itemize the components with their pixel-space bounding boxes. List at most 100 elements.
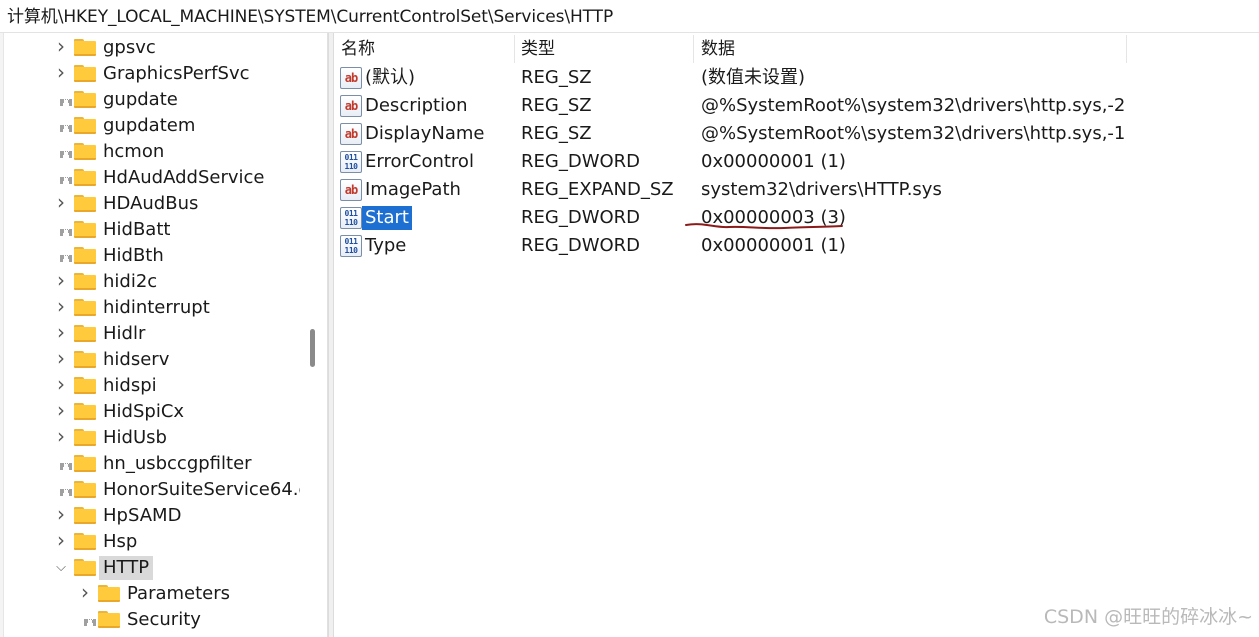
- column-header-data[interactable]: 数据: [701, 38, 735, 60]
- tree-item-hcmon[interactable]: hcmon: [0, 139, 300, 165]
- string-value-icon: ab: [340, 179, 362, 201]
- chevron-right-icon[interactable]: ›: [54, 36, 68, 56]
- binary-value-icon: 011 110: [340, 207, 362, 229]
- tree-item-label: HDAudBus: [103, 193, 199, 214]
- folder-icon: [74, 403, 96, 420]
- binary-value-icon: 011 110: [340, 235, 362, 257]
- chevron-right-icon[interactable]: ›: [54, 62, 68, 82]
- tree-item-hidinterrupt[interactable]: › hidinterrupt: [0, 295, 300, 321]
- folder-icon: [74, 299, 96, 316]
- folder-icon: [74, 39, 96, 56]
- value-row[interactable]: ab (默认) REG_SZ (数值未设置): [334, 64, 1259, 92]
- value-data: (数值未设置): [701, 67, 806, 88]
- values-list[interactable]: 名称 类型 数据 ab (默认) REG_SZ (数值未设置) ab Descriptio…: [334, 33, 1259, 637]
- address-path[interactable]: 计算机\HKEY_LOCAL_MACHINE\SYSTEM\CurrentCon…: [7, 6, 613, 28]
- value-row[interactable]: ab Description REG_SZ @%SystemRoot%\system3…: [334, 92, 1259, 120]
- tree-item-hsp[interactable]: › Hsp: [0, 529, 300, 555]
- column-divider[interactable]: [693, 35, 694, 63]
- chevron-right-icon[interactable]: ›: [54, 426, 68, 446]
- folder-icon: [74, 143, 96, 160]
- chevron-right-icon[interactable]: ›: [54, 400, 68, 420]
- chevron-right-icon[interactable]: ›: [54, 504, 68, 524]
- tree-item-honorsuiteservice64-ex[interactable]: HonorSuiteService64.ex: [0, 477, 320, 503]
- tree-item-label: HpSAMD: [103, 505, 182, 526]
- tree-item-gupdate[interactable]: gupdate: [0, 87, 300, 113]
- address-bar[interactable]: 计算机\HKEY_LOCAL_MACHINE\SYSTEM\CurrentCon…: [0, 0, 1259, 33]
- handwritten-underline-annotation: [685, 223, 843, 230]
- column-header-type[interactable]: 类型: [521, 38, 555, 60]
- folder-icon: [74, 169, 96, 186]
- chevron-down-icon[interactable]: ⌵: [54, 559, 68, 577]
- tree-item-hpsamd[interactable]: › HpSAMD: [0, 503, 300, 529]
- tree-item-label: gupdate: [103, 89, 178, 110]
- folder-icon: [98, 611, 120, 628]
- value-name: Description: [365, 95, 468, 116]
- string-value-icon: ab: [340, 67, 362, 89]
- column-header-row: 名称 类型 数据: [334, 33, 1259, 65]
- value-name: Start: [362, 206, 412, 230]
- tree-item-graphicsperfsvc[interactable]: › GraphicsPerfSvc: [0, 61, 300, 87]
- tree-connector-line: [84, 619, 96, 623]
- tree-item-gupdatem[interactable]: gupdatem: [0, 113, 300, 139]
- chevron-right-icon[interactable]: ›: [54, 374, 68, 394]
- tree-item-hidlr[interactable]: › Hidlr: [0, 321, 300, 347]
- string-value-icon: ab: [340, 95, 362, 117]
- value-row[interactable]: ab ImagePath REG_EXPAND_SZ system32\drivers…: [334, 176, 1259, 204]
- tree-item-hidbth[interactable]: HidBth: [0, 243, 300, 269]
- value-name: ErrorControl: [365, 151, 474, 172]
- folder-icon: [74, 533, 96, 550]
- tree-item-hn-usbccgpfilter[interactable]: hn_usbccgpfilter: [0, 451, 300, 477]
- tree-item-hidusb[interactable]: › HidUsb: [0, 425, 300, 451]
- key-tree[interactable]: › gpsvc › GraphicsPerfSvc gupdate gupdatem hcm…: [0, 33, 328, 637]
- folder-icon: [74, 481, 96, 498]
- tree-item-hidbatt[interactable]: HidBatt: [0, 217, 300, 243]
- tree-item-label: Hidlr: [103, 323, 146, 344]
- column-divider[interactable]: [1126, 35, 1127, 63]
- tree-scrollbar[interactable]: [300, 33, 328, 637]
- tree-connector-line: [60, 255, 72, 259]
- chevron-right-icon[interactable]: ›: [54, 296, 68, 316]
- chevron-right-icon[interactable]: ›: [54, 348, 68, 368]
- tree-connector-line: [60, 463, 72, 467]
- tree-item-hidserv[interactable]: › hidserv: [0, 347, 300, 373]
- folder-icon: [74, 351, 96, 368]
- tree-scrollbar-thumb[interactable]: [310, 329, 315, 367]
- tree-item-security[interactable]: Security: [0, 607, 300, 633]
- tree-item-gpsvc[interactable]: › gpsvc: [0, 35, 300, 61]
- value-row[interactable]: 011 110 ErrorControl REG_DWORD 0x00000001 (1…: [334, 148, 1259, 176]
- value-data: @%SystemRoot%\system32\drivers\http.sys,…: [701, 123, 1126, 144]
- tree-item-label: hidspi: [103, 375, 157, 396]
- column-divider[interactable]: [514, 35, 515, 63]
- folder-icon: [74, 559, 96, 576]
- tree-connector-line: [60, 229, 72, 233]
- value-name: ImagePath: [365, 179, 461, 200]
- value-name: (默认): [365, 67, 416, 88]
- value-type: REG_SZ: [521, 95, 592, 116]
- tree-item-label: hidserv: [103, 349, 170, 370]
- tree-item-label: HidUsb: [103, 427, 167, 448]
- tree-item-hidi2c[interactable]: › hidi2c: [0, 269, 300, 295]
- tree-item-label: HidBatt: [103, 219, 171, 240]
- tree-item-http[interactable]: ⌵ HTTP: [0, 555, 300, 581]
- chevron-right-icon[interactable]: ›: [54, 270, 68, 290]
- value-type: REG_SZ: [521, 123, 592, 144]
- tree-item-hidspicx[interactable]: › HidSpiCx: [0, 399, 300, 425]
- folder-icon: [74, 221, 96, 238]
- tree-item-label: HonorSuiteService64.ex: [103, 479, 320, 500]
- value-row[interactable]: 011 110 Type REG_DWORD 0x00000001 (1): [334, 232, 1259, 260]
- tree-item-label: HidSpiCx: [103, 401, 185, 422]
- tree-item-hdaudaddservice[interactable]: HdAudAddService: [0, 165, 300, 191]
- tree-item-label: HdAudAddService: [103, 167, 265, 188]
- chevron-right-icon[interactable]: ›: [54, 530, 68, 550]
- chevron-right-icon[interactable]: ›: [54, 322, 68, 342]
- column-header-name[interactable]: 名称: [341, 38, 375, 60]
- tree-item-hidspi[interactable]: › hidspi: [0, 373, 300, 399]
- string-value-icon: ab: [340, 123, 362, 145]
- chevron-right-icon[interactable]: ›: [78, 582, 92, 602]
- chevron-right-icon[interactable]: ›: [54, 192, 68, 212]
- value-type: REG_DWORD: [521, 235, 641, 256]
- tree-item-parameters[interactable]: › Parameters: [0, 581, 300, 607]
- tree-connector-line: [60, 125, 72, 129]
- value-row[interactable]: ab DisplayName REG_SZ @%SystemRoot%\system3…: [334, 120, 1259, 148]
- tree-item-hdaudbus[interactable]: › HDAudBus: [0, 191, 300, 217]
